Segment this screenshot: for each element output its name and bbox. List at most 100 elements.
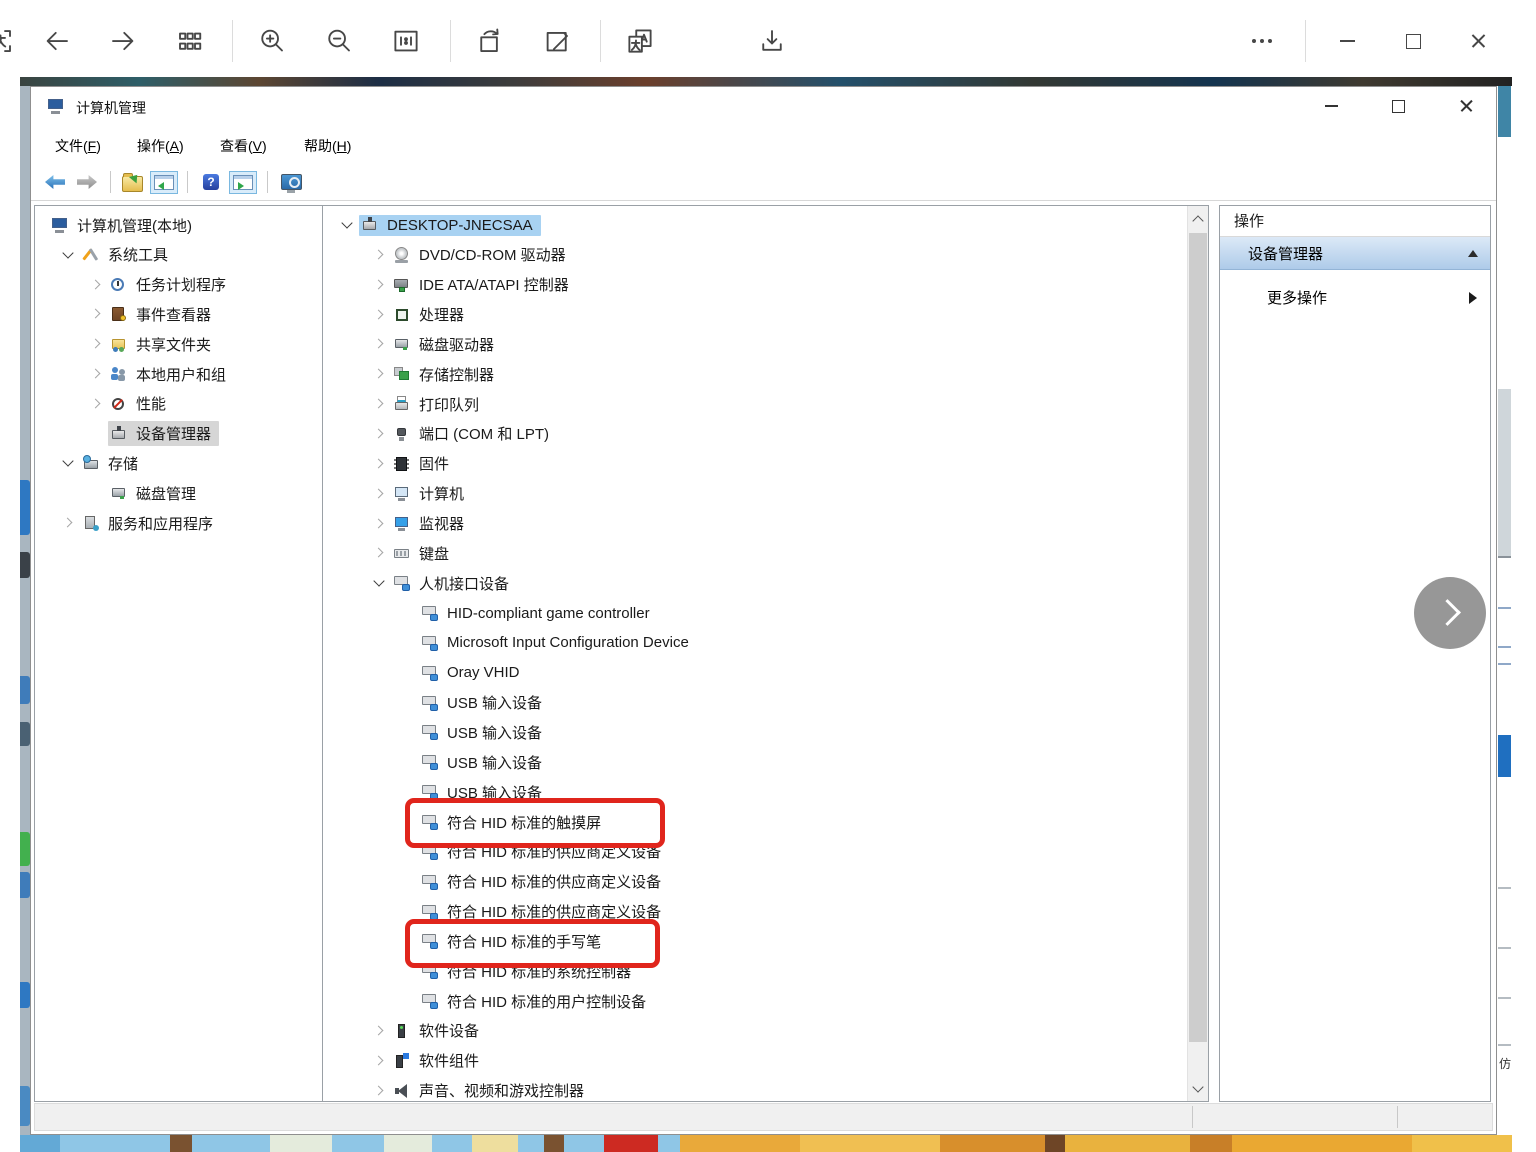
console-tree-item[interactable]: 任务计划程序 xyxy=(35,270,234,300)
console-tree-item[interactable]: 系统工具 xyxy=(35,240,176,270)
expand-expander-icon[interactable] xyxy=(369,396,391,412)
expand-expander-icon[interactable] xyxy=(369,1083,391,1099)
console-tree-item[interactable]: 存储 xyxy=(35,448,146,478)
device-tree-item[interactable]: 处理器 xyxy=(323,300,1186,330)
menu-item-h[interactable]: 帮助(H) xyxy=(298,134,357,158)
device-tree-item[interactable]: 人机接口设备 xyxy=(323,568,1186,598)
device-tree-item[interactable]: Oray VHID xyxy=(323,658,1186,688)
collapse-expander-icon[interactable] xyxy=(369,575,391,591)
close-icon[interactable] xyxy=(1449,91,1483,121)
console-tree-item[interactable]: 服务和应用程序 xyxy=(35,508,221,538)
device-tree-item[interactable]: 键盘 xyxy=(323,538,1186,568)
console-tree-item[interactable]: 本地用户和组 xyxy=(35,359,234,389)
device-tree-item[interactable]: USB 输入设备 xyxy=(323,717,1186,747)
ocr-icon[interactable] xyxy=(0,22,19,60)
expand-expander-icon[interactable] xyxy=(369,307,391,323)
rotate-icon[interactable] xyxy=(471,22,509,60)
menu-item-a[interactable]: 操作(A) xyxy=(131,134,190,158)
device-tree-item[interactable]: 固件 xyxy=(323,449,1186,479)
forward-icon[interactable] xyxy=(104,22,142,60)
menu-item-f[interactable]: 文件(F) xyxy=(49,134,107,158)
zoom-in-icon[interactable] xyxy=(253,22,291,60)
actual-size-icon[interactable] xyxy=(387,22,425,60)
console-tree-item[interactable]: 性能 xyxy=(35,389,174,419)
close-icon[interactable] xyxy=(1459,22,1497,60)
show-action-pane-icon[interactable] xyxy=(227,168,259,196)
device-tree-item[interactable]: 符合 HID 标准的手写笔 xyxy=(323,926,1186,956)
expand-expander-icon[interactable] xyxy=(369,456,391,472)
help-icon[interactable]: ? xyxy=(196,168,226,196)
expand-expander-icon[interactable] xyxy=(86,277,108,293)
back-icon[interactable] xyxy=(38,22,76,60)
maximize-icon[interactable] xyxy=(1394,22,1432,60)
expand-expander-icon[interactable] xyxy=(86,366,108,382)
expand-expander-icon[interactable] xyxy=(369,366,391,382)
next-image-button[interactable] xyxy=(1414,577,1486,649)
device-tree-item[interactable]: 软件组件 xyxy=(323,1046,1186,1076)
vertical-scrollbar[interactable] xyxy=(1187,206,1208,1101)
device-tree-item[interactable]: 端口 (COM 和 LPT) xyxy=(323,419,1186,449)
expand-expander-icon[interactable] xyxy=(369,545,391,561)
menu-item-v[interactable]: 查看(V) xyxy=(214,134,273,158)
device-tree-item[interactable]: 打印队列 xyxy=(323,389,1186,419)
expand-expander-icon[interactable] xyxy=(369,1053,391,1069)
device-tree-item[interactable]: 符合 HID 标准的用户控制设备 xyxy=(323,986,1186,1016)
device-tree-item[interactable]: 计算机 xyxy=(323,479,1186,509)
console-tree-item[interactable]: 共享文件夹 xyxy=(35,329,219,359)
device-tree-item[interactable]: 符合 HID 标准的供应商定义设备 xyxy=(323,837,1186,867)
minimize-icon[interactable] xyxy=(1328,22,1366,60)
device-tree-item[interactable]: 符合 HID 标准的系统控制器 xyxy=(323,956,1186,986)
device-tree-item[interactable]: Microsoft Input Configuration Device xyxy=(323,628,1186,658)
expand-expander-icon[interactable] xyxy=(86,336,108,352)
console-tree-item[interactable]: 磁盘管理 xyxy=(35,478,204,508)
device-tree-item[interactable]: IDE ATA/ATAPI 控制器 xyxy=(323,270,1186,300)
scroll-down-icon[interactable] xyxy=(1188,1075,1208,1101)
expand-expander-icon[interactable] xyxy=(369,486,391,502)
expand-expander-icon[interactable] xyxy=(369,426,391,442)
expand-expander-icon[interactable] xyxy=(58,515,80,531)
download-icon[interactable] xyxy=(753,22,791,60)
console-tree-item[interactable]: 计算机管理(本地) xyxy=(35,210,200,240)
show-console-tree-icon[interactable] xyxy=(117,168,147,196)
minimize-icon[interactable] xyxy=(1314,91,1348,121)
edit-icon[interactable] xyxy=(538,22,576,60)
device-tree-item[interactable]: 监视器 xyxy=(323,509,1186,539)
more-options-icon[interactable] xyxy=(1244,22,1282,60)
expand-expander-icon[interactable] xyxy=(369,247,391,263)
device-tree-item[interactable]: 符合 HID 标准的供应商定义设备 xyxy=(323,867,1186,897)
console-tree-item[interactable]: 设备管理器 xyxy=(35,419,219,449)
hide-console-tree-icon[interactable] xyxy=(148,168,180,196)
device-tree-item[interactable]: 存储控制器 xyxy=(323,359,1186,389)
device-tree-item[interactable]: 磁盘驱动器 xyxy=(323,329,1186,359)
scroll-up-icon[interactable] xyxy=(1188,206,1208,232)
device-tree-item[interactable]: USB 输入设备 xyxy=(323,777,1186,807)
actions-section-device-manager[interactable]: 设备管理器 xyxy=(1220,237,1490,270)
device-tree-item[interactable]: 声音、视频和游戏控制器 xyxy=(323,1076,1186,1102)
zoom-out-icon[interactable] xyxy=(320,22,358,60)
device-tree-item[interactable]: 软件设备 xyxy=(323,1016,1186,1046)
collapse-expander-icon[interactable] xyxy=(58,247,80,263)
expand-expander-icon[interactable] xyxy=(369,1023,391,1039)
thumbnails-icon[interactable] xyxy=(171,22,209,60)
expand-expander-icon[interactable] xyxy=(86,306,108,322)
more-actions-item[interactable]: 更多操作 xyxy=(1220,284,1490,312)
translate-icon[interactable] xyxy=(621,22,659,60)
device-tree-item[interactable]: 符合 HID 标准的供应商定义设备 xyxy=(323,897,1186,927)
device-tree-item[interactable]: HID-compliant game controller xyxy=(323,598,1186,628)
console-monitor-icon[interactable] xyxy=(275,168,307,196)
scrollbar-thumb[interactable] xyxy=(1189,233,1207,1042)
expand-expander-icon[interactable] xyxy=(369,277,391,293)
expand-expander-icon[interactable] xyxy=(86,396,108,412)
collapse-expander-icon[interactable] xyxy=(337,217,359,233)
device-tree-item[interactable]: DESKTOP-JNECSAA xyxy=(323,210,1186,240)
device-tree-item[interactable]: DVD/CD-ROM 驱动器 xyxy=(323,240,1186,270)
back-icon[interactable] xyxy=(39,168,71,196)
console-tree-item[interactable]: 事件查看器 xyxy=(35,299,219,329)
forward-icon[interactable] xyxy=(71,168,103,196)
collapse-expander-icon[interactable] xyxy=(58,455,80,471)
expand-expander-icon[interactable] xyxy=(369,336,391,352)
device-tree-item[interactable]: USB 输入设备 xyxy=(323,688,1186,718)
device-tree-item[interactable]: USB 输入设备 xyxy=(323,747,1186,777)
maximize-icon[interactable] xyxy=(1381,91,1415,121)
device-tree-item[interactable]: 符合 HID 标准的触摸屏 xyxy=(323,807,1186,837)
